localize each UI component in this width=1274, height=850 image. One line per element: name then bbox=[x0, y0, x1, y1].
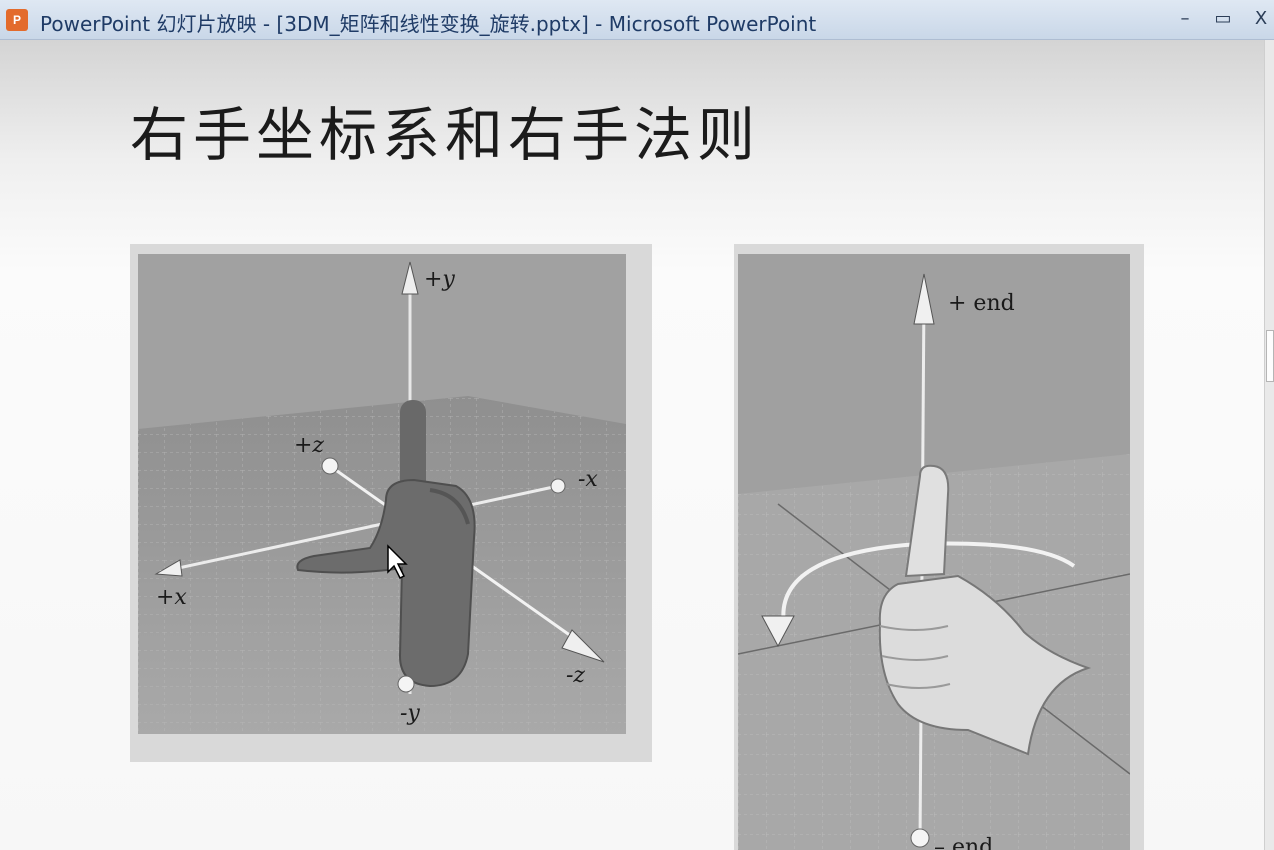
window-title: PowerPoint 幻灯片放映 - [3DM_矩阵和线性变换_旋转.pptx]… bbox=[40, 12, 817, 36]
vertical-scrollbar[interactable] bbox=[1264, 40, 1274, 850]
figure-right-hand-rule: + end – end bbox=[738, 254, 1130, 850]
label-pos-z: +z bbox=[294, 433, 324, 458]
minimize-button[interactable]: – bbox=[1170, 6, 1200, 32]
z-axis-positive-end-ball bbox=[321, 457, 339, 475]
right-hand-rule-illustration: + end – end bbox=[738, 254, 1130, 850]
maximize-button[interactable]: ▭ bbox=[1208, 6, 1238, 32]
label-neg-y: -y bbox=[400, 701, 420, 726]
label-pos-x: +x bbox=[156, 585, 187, 610]
close-button[interactable]: X bbox=[1248, 6, 1274, 32]
label-pos-end: + end bbox=[948, 291, 1015, 316]
label-neg-z: -z bbox=[566, 663, 585, 688]
label-pos-y: +y bbox=[424, 267, 455, 292]
rotation-axis-negative-end-ball bbox=[910, 828, 930, 848]
figure-right-hand-coordinate-system: +y +z -x +x -z -y bbox=[138, 254, 626, 734]
y-axis-negative-end-ball bbox=[397, 675, 415, 693]
label-neg-x: -x bbox=[578, 467, 598, 492]
x-axis-negative-end-ball bbox=[550, 478, 566, 494]
window-titlebar[interactable]: P PowerPoint 幻灯片放映 - [3DM_矩阵和线性变换_旋转.ppt… bbox=[0, 0, 1274, 40]
scrollbar-thumb[interactable] bbox=[1266, 330, 1274, 382]
slide-title: 右手坐标系和右手法则 bbox=[130, 101, 761, 169]
label-neg-end: – end bbox=[934, 835, 993, 850]
powerpoint-app-icon[interactable]: P bbox=[6, 9, 28, 31]
coordinate-system-illustration: +y +z -x +x -z -y bbox=[138, 254, 626, 734]
